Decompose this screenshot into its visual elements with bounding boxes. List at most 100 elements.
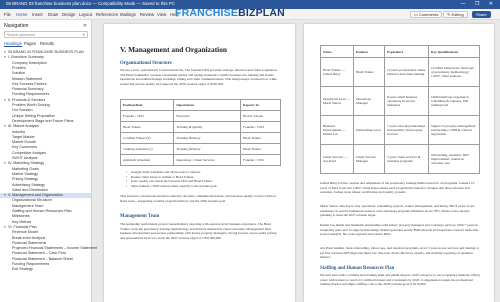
menu-home[interactable]: Home [16, 12, 27, 17]
search-icon[interactable]: ⌕ [82, 32, 85, 37]
outline-item[interactable]: Problem Worth Solving [8, 103, 50, 108]
table-cell: Operations / Client Services [173, 154, 242, 166]
outline-item[interactable]: Competitive Analysis [8, 151, 46, 156]
outline-item[interactable]: Financial Statement – Cash Flow [8, 251, 66, 256]
outline-item-label: Market Growth [12, 140, 37, 145]
outline-item[interactable]: Target Market [8, 135, 35, 140]
menu-insert[interactable]: Insert [32, 12, 43, 17]
table-cell: Board / Owner [240, 110, 281, 122]
outline-item[interactable]: Mission Statement [8, 77, 42, 82]
outline-item[interactable]: Solution [8, 71, 25, 76]
table-cell: Certified behaviorist; developer of prop… [428, 57, 480, 87]
table-cell: 10 years professional canine behavior an… [384, 57, 429, 87]
table-header: Name [320, 45, 354, 58]
outline-item[interactable]: Funding Requirements [8, 92, 49, 97]
outline-item[interactable]: Market Growth [8, 140, 36, 145]
outline-item-label: Key Metrics [12, 219, 32, 224]
outline-item[interactable]: Marketing Goals [8, 167, 39, 172]
section-heading: V. Management and Organization [120, 45, 228, 54]
outline-item[interactable]: Company Description [8, 61, 47, 66]
menu-view[interactable]: View [157, 12, 166, 17]
outline-item-label: Sales and Distribution [12, 187, 48, 192]
editing-button[interactable]: ✎ Editing [443, 11, 468, 18]
outline-item[interactable]: Sales and Distribution [8, 188, 48, 193]
outline-item[interactable]: Development Stage and Future Plans [8, 119, 74, 124]
bullet-list: Assigns daily schedules and client notes… [126, 170, 281, 188]
menu-references[interactable]: References [96, 12, 118, 17]
outline-item-label: Problem Worth Solving [12, 103, 50, 107]
outline-item[interactable]: Market Strategy [8, 172, 38, 177]
share-button[interactable]: Share [472, 11, 491, 18]
menu-layout[interactable]: Layout [79, 12, 92, 17]
outline-item[interactable]: Revenue Model [8, 230, 38, 235]
outline-item-label: Financial Statement – Cash Flow [12, 251, 67, 256]
outline-item[interactable]: Unique Selling Proposition [8, 114, 55, 119]
outline-item[interactable]: Advertising Strategy [8, 183, 45, 188]
outline-item[interactable]: Key Success Factors [8, 82, 47, 87]
comments-button[interactable]: ▭ Comments [410, 11, 443, 18]
outline-item[interactable]: Organizational Structure [8, 198, 52, 203]
outline-item-label: Pricing Strategy [12, 177, 39, 182]
outline-item[interactable]: Problem [8, 66, 26, 71]
window-controls[interactable]: — ❐ ✕ [461, 1, 497, 7]
table-header: Key Qualifications [428, 45, 480, 58]
table-cell: Operations Manager [353, 86, 385, 116]
outline-item-label: Key Success Factors [12, 81, 47, 86]
menu-draw[interactable]: Draw [48, 12, 58, 17]
outline-item[interactable]: ▾ IV. Marketing Strategy [4, 161, 44, 166]
outline-item[interactable]: Financial Summary [8, 87, 44, 92]
outline-item[interactable]: SWOT Analysis [8, 156, 38, 161]
table-cell: 8 years small business operations in ser… [384, 86, 429, 116]
brand-logo: FRANCHISEBIZPLAN [175, 7, 285, 19]
table-cell: Training Delivery [173, 132, 242, 144]
outline-item[interactable]: Milestones [8, 214, 30, 219]
outline-item[interactable]: Staffing and Human Resources Plan [8, 209, 72, 214]
menu-design[interactable]: Design [62, 12, 75, 17]
menu-file[interactable]: File [4, 12, 11, 17]
outline-item-label: Target Market [12, 134, 35, 139]
outline-item[interactable]: ▾ III. Market Analysis [4, 124, 39, 129]
outline-item[interactable]: Financial Statements [8, 241, 46, 246]
table-cell: Head Trainer [240, 132, 281, 144]
navigation-pane: Navigation ✕ Search document ⌕ Headings … [0, 20, 97, 302]
outline-item-label: Break-even Analysis [12, 235, 46, 240]
outline-item[interactable]: ▾ II. Products & Services [4, 98, 45, 103]
outline-item[interactable]: Break-even Analysis [8, 236, 45, 241]
menu-review[interactable]: Review [140, 12, 154, 17]
tab-results[interactable]: Results [40, 41, 54, 46]
table-cell: Training Delivery [173, 143, 242, 155]
tab-headings[interactable]: Headings [4, 41, 22, 47]
search-input[interactable]: Search document ⌕ [4, 31, 88, 38]
outline-item-label: Revenue Model [12, 230, 38, 235]
outline-item-label: III. Market Analysis [8, 124, 39, 129]
staffing-paragraph: We start lean with a certified lead trai… [320, 273, 480, 287]
outline-item[interactable]: Industry [8, 130, 25, 135]
outline-item[interactable]: Key Metrics [8, 220, 31, 225]
table-cell: Business Development — Daniel Lee [320, 115, 354, 145]
bio-joshua: Joshua Riley led the creation and refine… [320, 181, 475, 195]
outline-item[interactable]: ▾ I. Executive Summary [4, 55, 44, 60]
table-header: Department [173, 99, 242, 111]
table-cell: Training & Quality [173, 121, 242, 133]
outline-item[interactable]: Projected Financial Statements – Income … [8, 246, 97, 251]
table-cell: Partnerships Lead [353, 115, 385, 145]
tab-pages[interactable]: Pages [24, 41, 36, 46]
outline-item[interactable]: Pricing Strategy [8, 177, 38, 182]
outline-item[interactable]: Our Solution [8, 108, 33, 113]
outline-item[interactable]: ▾ V. Management and Organization [0, 193, 91, 199]
outline-item[interactable]: ▾ VI. Financial Plan [4, 225, 37, 230]
outline-item[interactable]: Exit Strategy [8, 267, 33, 272]
table-cell: Head Trainer — Joshua Riley [320, 57, 354, 87]
outline-item[interactable]: Key Customers [8, 145, 37, 150]
outline-item[interactable]: Funding Requirements [8, 262, 49, 267]
close-icon[interactable]: ✕ [83, 23, 87, 29]
outline-item-label: Solution [12, 71, 26, 76]
table-header: Position [353, 45, 385, 58]
outline-item-label: Our Solution [12, 108, 33, 113]
team-table: Name Position Experience Key Qualificati… [320, 45, 480, 174]
outline-item-label: Market Strategy [12, 171, 39, 176]
outline-item[interactable]: Management Team [8, 204, 44, 209]
menu-mailings[interactable]: Mailings [120, 12, 136, 17]
outline-item[interactable]: ▾ 05 BRAND 03 FRANCHISE BUSINESS PLAN [4, 50, 84, 55]
outline-item[interactable]: Financial Statement – Balance Sheet [8, 257, 73, 262]
